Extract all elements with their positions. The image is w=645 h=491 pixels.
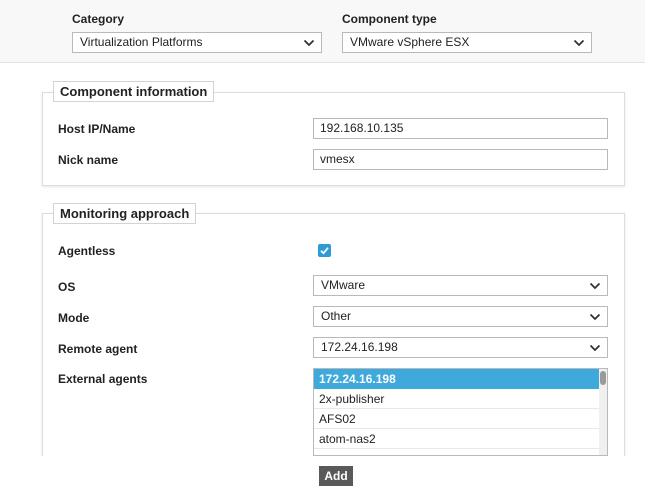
monitoring-title: Monitoring approach	[53, 203, 197, 224]
add-button[interactable]: Add	[319, 466, 353, 486]
list-item[interactable]: atom-nas2	[314, 429, 600, 449]
mode-select-value: Other	[321, 309, 352, 323]
list-item[interactable]: 172.24.16.198	[314, 369, 600, 389]
category-select-value: Virtualization Platforms	[80, 35, 203, 49]
check-icon	[320, 247, 329, 255]
remote-agent-select-value: 172.24.16.198	[321, 340, 398, 354]
chevron-down-icon	[303, 39, 315, 47]
nick-name-input[interactable]: vmesx	[313, 149, 608, 170]
nick-name-value: vmesx	[320, 152, 355, 166]
host-ip-input[interactable]: 192.168.10.135	[313, 118, 608, 139]
os-select-value: VMware	[321, 278, 366, 292]
external-agents-listbox[interactable]: 172.24.16.198 2x-publisher AFS02 atom-na…	[313, 368, 608, 456]
scrollbar-thumb[interactable]	[600, 371, 606, 385]
list-item[interactable]: AFS02	[314, 409, 600, 429]
component-type-select[interactable]: VMware vSphere ESX	[342, 32, 592, 53]
host-ip-label: Host IP/Name	[58, 122, 136, 136]
chevron-down-icon	[589, 344, 601, 352]
remote-agent-label: Remote agent	[58, 342, 138, 356]
category-select[interactable]: Virtualization Platforms	[72, 32, 322, 53]
list-item[interactable]	[314, 449, 600, 455]
listbox-scrollbar[interactable]	[599, 369, 607, 455]
os-label: OS	[58, 280, 76, 294]
component-info-panel	[42, 92, 625, 186]
chevron-down-icon	[589, 313, 601, 321]
component-type-label: Component type	[342, 12, 437, 26]
nick-name-label: Nick name	[58, 153, 119, 167]
mode-label: Mode	[58, 311, 90, 325]
external-agents-label: External agents	[58, 372, 148, 386]
remote-agent-select[interactable]: 172.24.16.198	[313, 337, 608, 358]
mode-select[interactable]: Other	[313, 306, 608, 327]
component-type-select-value: VMware vSphere ESX	[350, 35, 470, 49]
os-select[interactable]: VMware	[313, 275, 608, 296]
agentless-checkbox[interactable]	[318, 244, 331, 257]
chevron-down-icon	[573, 39, 585, 47]
category-label: Category	[72, 12, 125, 26]
agentless-label: Agentless	[58, 244, 116, 258]
component-info-title: Component information	[53, 81, 215, 102]
chevron-down-icon	[589, 282, 601, 290]
host-ip-value: 192.168.10.135	[320, 121, 404, 135]
list-item[interactable]: 2x-publisher	[314, 389, 600, 409]
